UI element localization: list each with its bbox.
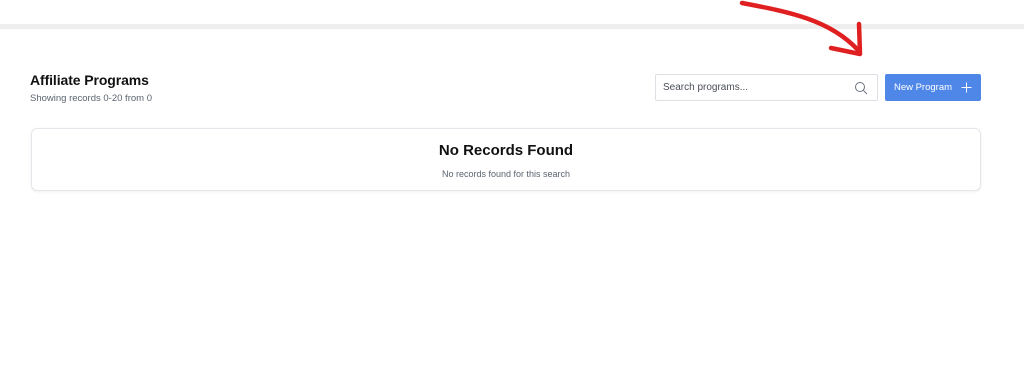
top-divider [0, 24, 1024, 29]
page-title: Affiliate Programs [30, 72, 149, 88]
search-input[interactable] [663, 75, 848, 100]
empty-state-title: No Records Found [438, 142, 574, 159]
empty-state-message: No records found for this search [441, 169, 571, 179]
plus-icon [961, 82, 972, 93]
empty-state-card: No Records Found No records found for th… [31, 128, 981, 191]
new-program-button[interactable]: New Program [885, 74, 981, 101]
annotation-arrow-icon [739, 0, 863, 57]
records-count-text: Showing records 0-20 from 0 [30, 93, 152, 104]
search-icon[interactable] [854, 81, 868, 95]
search-box[interactable] [655, 74, 878, 101]
new-program-label: New Program [893, 82, 953, 93]
top-bar [0, 0, 1024, 24]
